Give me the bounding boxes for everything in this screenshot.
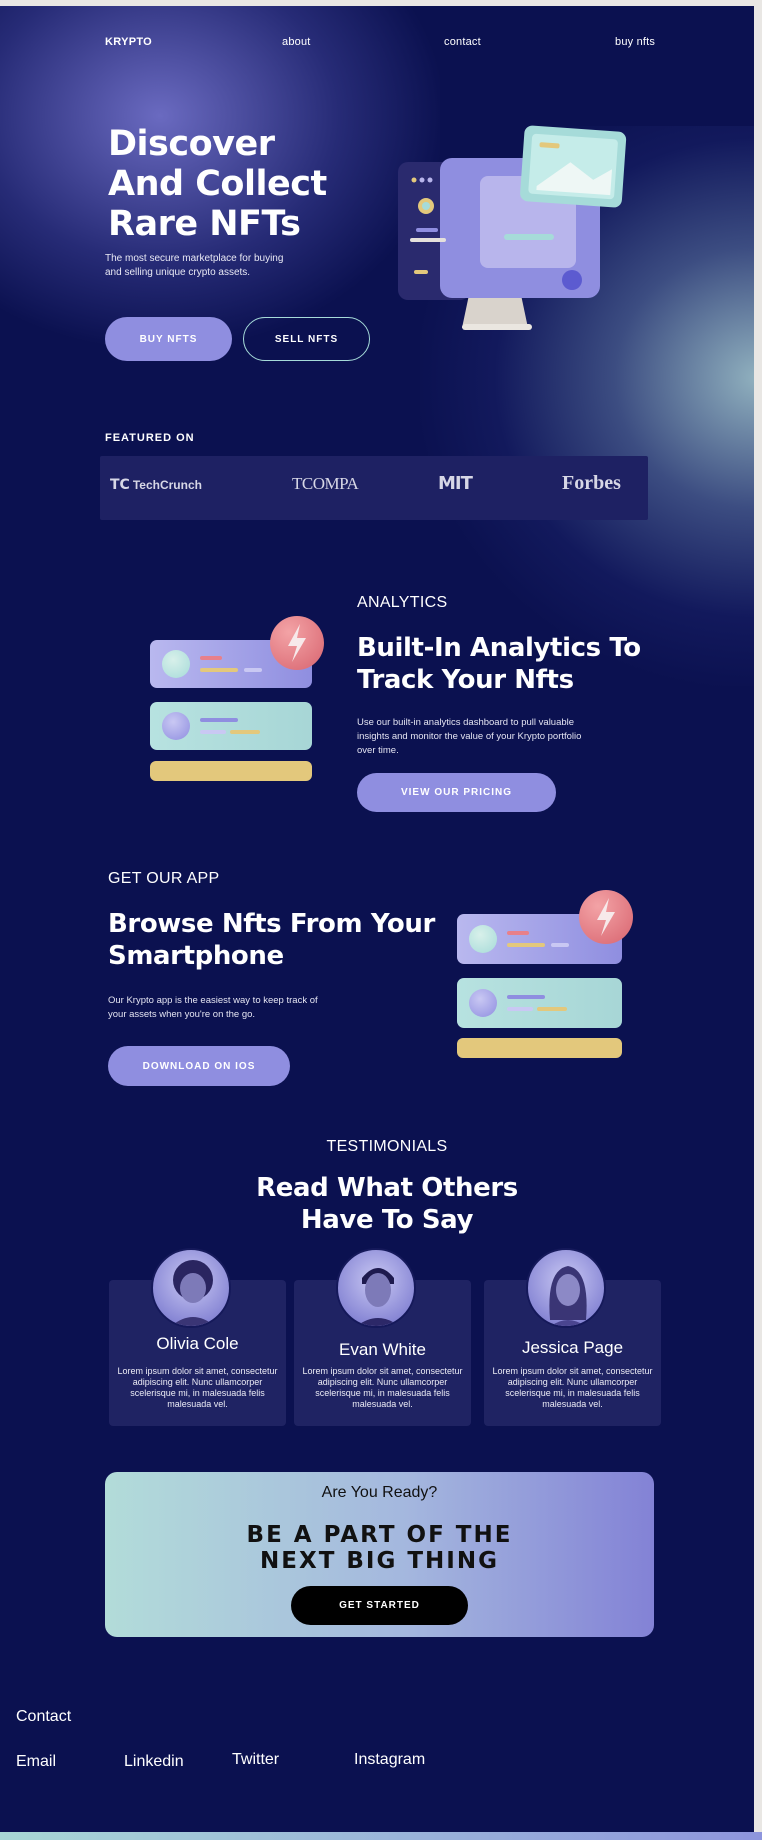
get-started-button[interactable]: GET STARTED [291,1586,468,1625]
testimonial-text-line: adipiscing elit. Nunc ullamcorper [507,1377,638,1387]
analytics-title-line: Built-In Analytics To [357,633,641,663]
analytics-title-line: Track Your Nfts [357,665,574,695]
app-eyebrow: GET OUR APP [108,870,220,887]
brand-tcompa: TCOMPA [292,474,359,493]
testimonial-text-line: scelerisque mi, in malesuada felis [315,1388,450,1398]
testimonial-text-line: malesuada vel. [352,1399,413,1409]
bottom-gradient-strip [0,1832,762,1840]
monitor-illustration [390,118,640,348]
page: KRYPTO about contact buy nfts Discover A… [0,6,754,1832]
globe-icon [469,989,497,1017]
app-card [457,978,622,1028]
app-title: Browse Nfts From Your Smartphone [108,908,438,972]
testimonials-title: Read What Others Have To Say [0,1172,754,1236]
nav-buy-nfts[interactable]: buy nfts [615,36,655,48]
globe-icon [162,712,190,740]
footer-contact-heading: Contact [16,1708,72,1725]
hero-subtitle-line: and selling unique crypto assets. [105,267,251,278]
footer-linkedin-link[interactable]: Linkedin [124,1753,184,1771]
testimonial-text-line: scelerisque mi, in malesuada felis [505,1388,640,1398]
globe-icon [162,650,190,678]
nav-about[interactable]: about [282,36,311,48]
app-illustration [457,890,637,1060]
app-title-line: Browse Nfts From Your [108,909,435,939]
techcrunch-logo-icon: TC [110,477,130,493]
analytics-body-line: Use our built-in analytics dashboard to … [357,717,575,728]
analytics-body: Use our built-in analytics dashboard to … [357,716,617,758]
analytics-card [150,761,312,781]
globe-icon [469,925,497,953]
download-ios-button[interactable]: DOWNLOAD ON IOS [108,1046,290,1086]
brand-techcrunch-label: TechCrunch [132,478,202,492]
testimonials-eyebrow: TESTIMONIALS [326,1138,448,1155]
analytics-eyebrow: ANALYTICS [357,594,448,611]
analytics-body-line: insights and monitor the value of your K… [357,731,582,742]
cta-kicker: Are You Ready? [321,1484,438,1501]
testimonial-text-line: Lorem ipsum dolor sit amet, consectetur [302,1366,463,1376]
app-body-line: your assets when you're on the go. [108,1009,256,1020]
testimonial-text-line: Lorem ipsum dolor sit amet, consectetur [492,1366,653,1376]
app-body-line: Our Krypto app is the easiest way to kee… [108,995,318,1006]
testimonial-text: Lorem ipsum dolor sit amet, consectetur … [298,1366,467,1410]
lightning-icon [270,616,324,670]
testimonial-text: Lorem ipsum dolor sit amet, consectetur … [488,1366,657,1410]
hero-subtitle-line: The most secure marketplace for buying [105,253,284,264]
testimonial-text-line: adipiscing elit. Nunc ullamcorper [317,1377,448,1387]
footer-instagram-link[interactable]: Instagram [354,1751,425,1769]
cta-box: Are You Ready? BE A PART OF THE NEXT BIG… [105,1472,654,1637]
testimonials-title-line: Read What Others [256,1173,518,1203]
testimonial-name: Evan White [339,1340,426,1359]
hero-title-line: Rare NFTs [108,204,301,244]
footer-twitter-link[interactable]: Twitter [232,1751,279,1769]
brand-techcrunch: TC TechCrunch [110,477,202,493]
nav-contact[interactable]: contact [444,36,481,48]
testimonial-name: Olivia Cole [156,1334,239,1353]
featured-label: FEATURED ON [105,432,195,444]
hero-title-line: Discover [108,124,275,164]
testimonial-text-line: malesuada vel. [167,1399,228,1409]
app-body: Our Krypto app is the easiest way to kee… [108,994,348,1022]
testimonial-text-line: malesuada vel. [542,1399,603,1409]
hero-subtitle: The most secure marketplace for buying a… [105,252,345,280]
cta-title: BE A PART OF THE NEXT BIG THING [105,1522,654,1574]
footer-email-link[interactable]: Email [16,1753,56,1771]
app-card [457,1038,622,1058]
testimonials-title-line: Have To Say [300,1205,474,1235]
view-pricing-button[interactable]: VIEW OUR PRICING [357,773,556,812]
testimonial-name: Jessica Page [521,1338,624,1357]
monitor-illustration-svg [398,125,627,330]
analytics-card [150,702,312,750]
analytics-illustration [150,616,324,786]
analytics-title: Built-In Analytics To Track Your Nfts [357,632,657,696]
lightning-icon [579,890,633,944]
testimonial-text-line: scelerisque mi, in malesuada felis [130,1388,265,1398]
testimonial-text: Lorem ipsum dolor sit amet, consectetur … [113,1366,282,1410]
avatar [526,1248,606,1328]
analytics-body-line: over time. [357,745,399,756]
logo[interactable]: KRYPTO [105,36,152,48]
buy-nfts-button[interactable]: BUY NFTS [105,317,232,361]
brand-forbes: Forbes [562,472,621,494]
featured-logo-bar: TC TechCrunch TCOMPA MIT Forbes [100,456,648,520]
avatar [151,1248,231,1328]
cta-title-line: BE A PART OF THE [246,1522,513,1548]
hero-title-line: And Collect [108,164,327,204]
sell-nfts-button[interactable]: SELL NFTS [243,317,370,361]
avatar [336,1248,416,1328]
brand-mit: MIT [438,473,473,494]
testimonial-text-line: Lorem ipsum dolor sit amet, consectetur [117,1366,278,1376]
cta-title-line: NEXT BIG THING [260,1548,499,1574]
testimonial-text-line: adipiscing elit. Nunc ullamcorper [132,1377,263,1387]
app-title-line: Smartphone [108,941,284,971]
hero-title: Discover And Collect Rare NFTs [108,124,408,244]
